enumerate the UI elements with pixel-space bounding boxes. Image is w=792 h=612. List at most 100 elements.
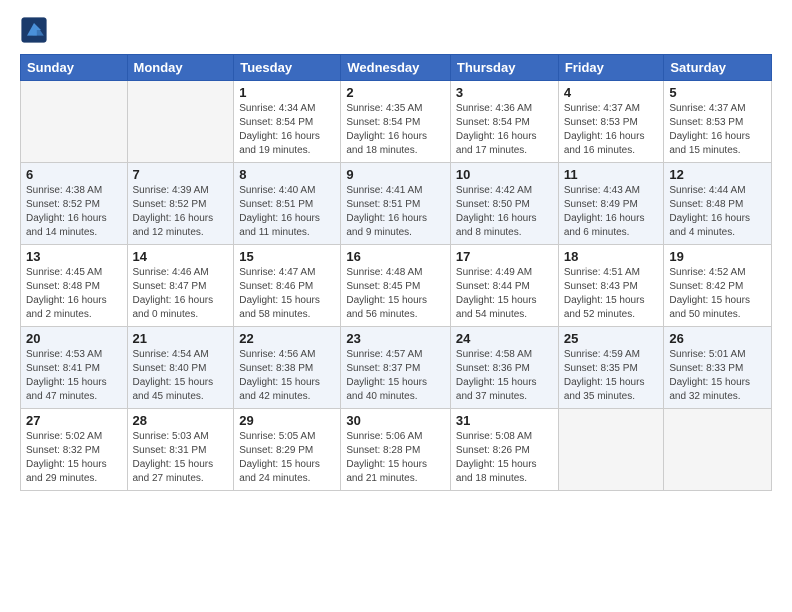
calendar-cell: 15 Sunrise: 4:47 AM Sunset: 8:46 PM Dayli… (234, 245, 341, 327)
day-info: Sunrise: 5:06 AM Sunset: 8:28 PM Dayligh… (346, 430, 445, 486)
day-info: Sunrise: 5:08 AM Sunset: 8:26 PM Dayligh… (456, 430, 553, 486)
day-info: Sunrise: 4:44 AM Sunset: 8:48 PM Dayligh… (669, 184, 766, 240)
day-number: 30 (346, 413, 445, 428)
day-info: Sunrise: 4:35 AM Sunset: 8:54 PM Dayligh… (346, 102, 445, 158)
day-number: 6 (26, 167, 122, 182)
calendar-header-sunday: Sunday (21, 55, 128, 81)
calendar: SundayMondayTuesdayWednesdayThursdayFrid… (20, 54, 772, 491)
calendar-header-monday: Monday (127, 55, 234, 81)
calendar-cell: 17 Sunrise: 4:49 AM Sunset: 8:44 PM Dayli… (450, 245, 558, 327)
day-info: Sunrise: 4:37 AM Sunset: 8:53 PM Dayligh… (669, 102, 766, 158)
calendar-cell: 27 Sunrise: 5:02 AM Sunset: 8:32 PM Dayli… (21, 409, 128, 491)
day-info: Sunrise: 4:41 AM Sunset: 8:51 PM Dayligh… (346, 184, 445, 240)
day-number: 19 (669, 249, 766, 264)
day-number: 25 (564, 331, 659, 346)
calendar-cell: 28 Sunrise: 5:03 AM Sunset: 8:31 PM Dayli… (127, 409, 234, 491)
day-info: Sunrise: 4:43 AM Sunset: 8:49 PM Dayligh… (564, 184, 659, 240)
calendar-cell: 9 Sunrise: 4:41 AM Sunset: 8:51 PM Daylig… (341, 163, 451, 245)
day-info: Sunrise: 4:56 AM Sunset: 8:38 PM Dayligh… (239, 348, 335, 404)
day-number: 12 (669, 167, 766, 182)
day-info: Sunrise: 4:59 AM Sunset: 8:35 PM Dayligh… (564, 348, 659, 404)
day-number: 18 (564, 249, 659, 264)
day-number: 27 (26, 413, 122, 428)
calendar-cell (558, 409, 664, 491)
day-number: 28 (133, 413, 229, 428)
calendar-cell: 4 Sunrise: 4:37 AM Sunset: 8:53 PM Daylig… (558, 81, 664, 163)
calendar-cell: 16Sunrise: 4:48 AM Sunset: 8:45 PM Dayli… (341, 245, 451, 327)
calendar-week-row: 1 Sunrise: 4:34 AM Sunset: 8:54 PM Daylig… (21, 81, 772, 163)
calendar-header-saturday: Saturday (664, 55, 772, 81)
calendar-cell: 18 Sunrise: 4:51 AM Sunset: 8:43 PM Dayli… (558, 245, 664, 327)
day-number: 5 (669, 85, 766, 100)
calendar-header-wednesday: Wednesday (341, 55, 451, 81)
day-number: 4 (564, 85, 659, 100)
calendar-cell: 23 Sunrise: 4:57 AM Sunset: 8:37 PM Dayli… (341, 327, 451, 409)
calendar-cell: 2 Sunrise: 4:35 AM Sunset: 8:54 PM Daylig… (341, 81, 451, 163)
day-number: 11 (564, 167, 659, 182)
day-info: Sunrise: 4:40 AM Sunset: 8:51 PM Dayligh… (239, 184, 335, 240)
day-info: Sunrise: 4:46 AM Sunset: 8:47 PM Dayligh… (133, 266, 229, 322)
calendar-cell: 24 Sunrise: 4:58 AM Sunset: 8:36 PM Dayli… (450, 327, 558, 409)
page: SundayMondayTuesdayWednesdayThursdayFrid… (0, 0, 792, 501)
calendar-cell: 1 Sunrise: 4:34 AM Sunset: 8:54 PM Daylig… (234, 81, 341, 163)
day-info: Sunrise: 4:36 AM Sunset: 8:54 PM Dayligh… (456, 102, 553, 158)
day-info: Sunrise: 4:39 AM Sunset: 8:52 PM Dayligh… (133, 184, 229, 240)
calendar-cell: 12 Sunrise: 4:44 AM Sunset: 8:48 PM Dayli… (664, 163, 772, 245)
calendar-header-tuesday: Tuesday (234, 55, 341, 81)
day-number: 9 (346, 167, 445, 182)
calendar-cell: 30 Sunrise: 5:06 AM Sunset: 8:28 PM Dayli… (341, 409, 451, 491)
calendar-cell: 8Sunrise: 4:40 AM Sunset: 8:51 PM Daylig… (234, 163, 341, 245)
calendar-cell: 20 Sunrise: 4:53 AM Sunset: 8:41 PM Dayli… (21, 327, 128, 409)
day-number: 7 (133, 167, 229, 182)
day-info: Sunrise: 5:02 AM Sunset: 8:32 PM Dayligh… (26, 430, 122, 486)
calendar-cell: 31Sunrise: 5:08 AM Sunset: 8:26 PM Dayli… (450, 409, 558, 491)
calendar-cell: 13Sunrise: 4:45 AM Sunset: 8:48 PM Dayli… (21, 245, 128, 327)
calendar-body: 1 Sunrise: 4:34 AM Sunset: 8:54 PM Daylig… (21, 81, 772, 491)
day-number: 2 (346, 85, 445, 100)
day-number: 26 (669, 331, 766, 346)
calendar-week-row: 13Sunrise: 4:45 AM Sunset: 8:48 PM Dayli… (21, 245, 772, 327)
day-number: 13 (26, 249, 122, 264)
day-info: Sunrise: 4:53 AM Sunset: 8:41 PM Dayligh… (26, 348, 122, 404)
day-number: 21 (133, 331, 229, 346)
calendar-cell: 26 Sunrise: 5:01 AM Sunset: 8:33 PM Dayli… (664, 327, 772, 409)
day-number: 15 (239, 249, 335, 264)
day-info: Sunrise: 4:37 AM Sunset: 8:53 PM Dayligh… (564, 102, 659, 158)
day-info: Sunrise: 4:34 AM Sunset: 8:54 PM Dayligh… (239, 102, 335, 158)
day-number: 22 (239, 331, 335, 346)
day-info: Sunrise: 5:05 AM Sunset: 8:29 PM Dayligh… (239, 430, 335, 486)
day-info: Sunrise: 4:38 AM Sunset: 8:52 PM Dayligh… (26, 184, 122, 240)
calendar-cell (664, 409, 772, 491)
day-number: 29 (239, 413, 335, 428)
calendar-cell: 21 Sunrise: 4:54 AM Sunset: 8:40 PM Dayli… (127, 327, 234, 409)
day-number: 17 (456, 249, 553, 264)
day-info: Sunrise: 5:03 AM Sunset: 8:31 PM Dayligh… (133, 430, 229, 486)
calendar-cell (21, 81, 128, 163)
calendar-cell: 7 Sunrise: 4:39 AM Sunset: 8:52 PM Daylig… (127, 163, 234, 245)
header (20, 16, 772, 44)
day-info: Sunrise: 4:51 AM Sunset: 8:43 PM Dayligh… (564, 266, 659, 322)
calendar-cell: 11 Sunrise: 4:43 AM Sunset: 8:49 PM Dayli… (558, 163, 664, 245)
day-info: Sunrise: 4:42 AM Sunset: 8:50 PM Dayligh… (456, 184, 553, 240)
day-info: Sunrise: 4:47 AM Sunset: 8:46 PM Dayligh… (239, 266, 335, 322)
day-info: Sunrise: 4:58 AM Sunset: 8:36 PM Dayligh… (456, 348, 553, 404)
calendar-cell: 19Sunrise: 4:52 AM Sunset: 8:42 PM Dayli… (664, 245, 772, 327)
day-number: 24 (456, 331, 553, 346)
logo (20, 16, 50, 44)
calendar-header-row: SundayMondayTuesdayWednesdayThursdayFrid… (21, 55, 772, 81)
calendar-header-thursday: Thursday (450, 55, 558, 81)
day-info: Sunrise: 4:54 AM Sunset: 8:40 PM Dayligh… (133, 348, 229, 404)
day-info: Sunrise: 4:57 AM Sunset: 8:37 PM Dayligh… (346, 348, 445, 404)
day-number: 3 (456, 85, 553, 100)
calendar-cell: 3 Sunrise: 4:36 AM Sunset: 8:54 PM Daylig… (450, 81, 558, 163)
calendar-cell: 10Sunrise: 4:42 AM Sunset: 8:50 PM Dayli… (450, 163, 558, 245)
calendar-cell: 5 Sunrise: 4:37 AM Sunset: 8:53 PM Daylig… (664, 81, 772, 163)
day-info: Sunrise: 4:49 AM Sunset: 8:44 PM Dayligh… (456, 266, 553, 322)
day-number: 14 (133, 249, 229, 264)
day-number: 20 (26, 331, 122, 346)
calendar-cell: 6 Sunrise: 4:38 AM Sunset: 8:52 PM Daylig… (21, 163, 128, 245)
calendar-cell: 25 Sunrise: 4:59 AM Sunset: 8:35 PM Dayli… (558, 327, 664, 409)
day-info: Sunrise: 5:01 AM Sunset: 8:33 PM Dayligh… (669, 348, 766, 404)
day-number: 1 (239, 85, 335, 100)
day-number: 23 (346, 331, 445, 346)
